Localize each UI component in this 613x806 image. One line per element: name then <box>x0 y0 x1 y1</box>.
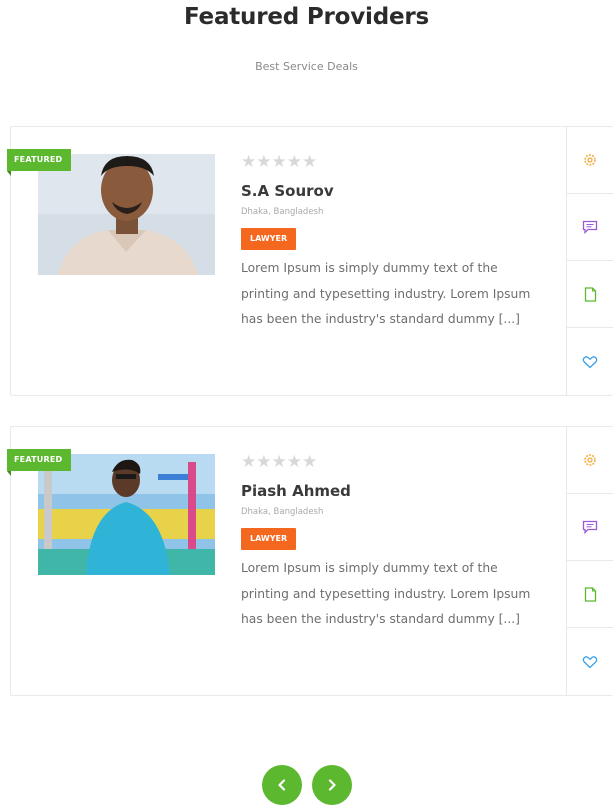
settings-button[interactable] <box>567 127 613 194</box>
provider-photo[interactable] <box>38 454 215 575</box>
provider-info: ★★★★★ S.A Sourov Dhaka, Bangladesh LAWYE… <box>241 151 541 333</box>
provider-location: Dhaka, Bangladesh <box>241 207 324 217</box>
prev-button[interactable] <box>261 765 302 805</box>
category-badge[interactable]: LAWYER <box>241 528 297 550</box>
category-badge[interactable]: LAWYER <box>241 228 297 250</box>
provider-card: FEATURED ★★★★★ Piash Ahmed Dhaka, Bangla… <box>7 426 613 696</box>
favorite-button[interactable] <box>567 328 613 395</box>
provider-photo[interactable] <box>38 154 215 275</box>
card-actions <box>566 127 613 395</box>
favorite-button[interactable] <box>567 628 613 695</box>
message-button[interactable] <box>567 194 613 261</box>
card-actions <box>566 427 613 695</box>
next-button[interactable] <box>311 765 352 805</box>
carousel-pager <box>0 765 613 805</box>
chevron-left-icon <box>277 779 285 791</box>
featured-badge: FEATURED <box>7 149 72 176</box>
heart-icon <box>582 355 598 368</box>
section-title: Featured Providers <box>183 4 430 30</box>
provider-description: Lorem Ipsum is simply dummy text of the … <box>241 561 531 626</box>
provider-name[interactable]: Piash Ahmed <box>241 481 541 501</box>
provider-card: FEATURED ★★★★★ S.A Sourov Dhaka, Banglad… <box>7 126 613 396</box>
message-icon <box>582 520 598 534</box>
settings-button[interactable] <box>567 427 613 494</box>
provider-location: Dhaka, Bangladesh <box>241 507 324 517</box>
settings-icon <box>584 454 596 466</box>
document-button[interactable] <box>567 261 613 328</box>
provider-info: ★★★★★ Piash Ahmed Dhaka, Bangladesh LAWY… <box>241 451 541 633</box>
heart-icon <box>582 655 598 668</box>
provider-description: Lorem Ipsum is simply dummy text of the … <box>241 261 531 326</box>
message-button[interactable] <box>567 494 613 561</box>
settings-icon <box>584 154 596 166</box>
document-icon <box>584 586 596 602</box>
chevron-right-icon <box>328 779 336 791</box>
message-icon <box>582 220 598 234</box>
provider-name[interactable]: S.A Sourov <box>241 181 541 201</box>
rating-stars: ★★★★★ <box>241 152 318 172</box>
section-subtitle: Best Service Deals <box>255 60 358 73</box>
featured-badge: FEATURED <box>7 449 72 476</box>
document-button[interactable] <box>567 561 613 628</box>
document-icon <box>584 286 596 302</box>
rating-stars: ★★★★★ <box>241 452 318 472</box>
